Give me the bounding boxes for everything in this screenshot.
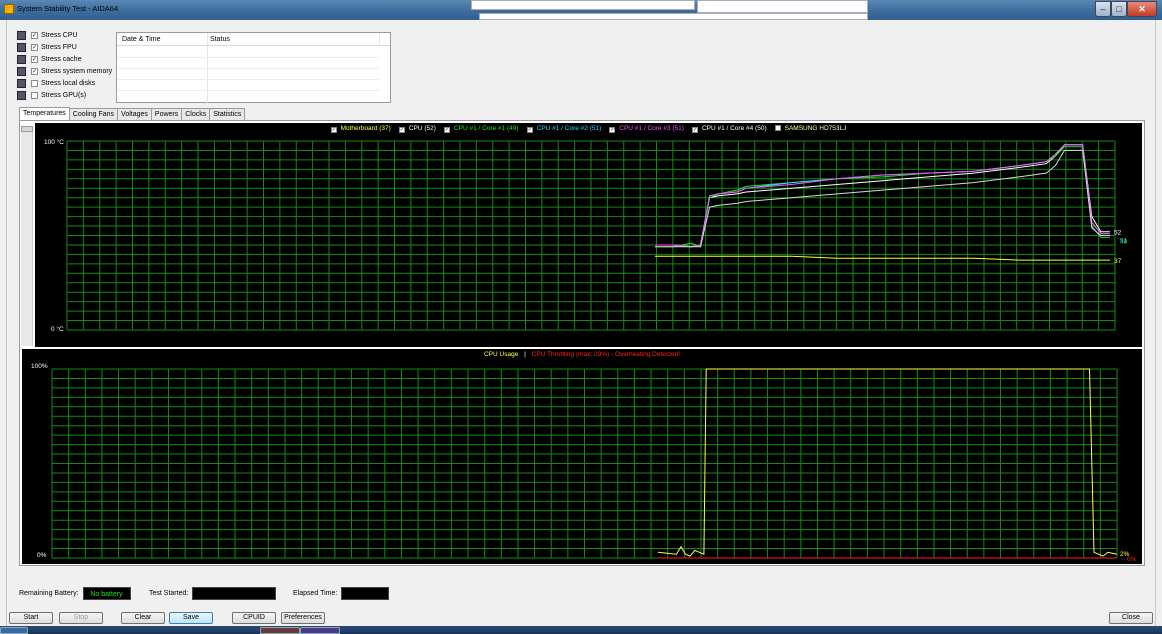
- chart-tabs: Temperatures Cooling Fans Voltages Powers Cl…: [19, 107, 246, 120]
- aida64-app-icon: [4, 4, 14, 14]
- maximize-button[interactable]: □: [1111, 1, 1127, 17]
- background-window: [697, 0, 868, 13]
- stress-checkbox[interactable]: ✓: [31, 44, 38, 51]
- end-label-core2: 51: [1120, 238, 1128, 245]
- test-started-label: Test Started:: [149, 590, 189, 597]
- tab-voltages[interactable]: Voltages: [117, 108, 152, 120]
- preferences-button[interactable]: Preferences: [281, 612, 325, 624]
- tab-powers[interactable]: Powers: [150, 108, 183, 120]
- stop-button[interactable]: Stop: [59, 612, 103, 624]
- test-started-value: [192, 587, 277, 600]
- stability-test-window: System Stability Test - AIDA64 – □ ✕ ✓ St…: [0, 0, 1162, 634]
- series-line-core4: [655, 149, 1110, 248]
- save-button[interactable]: Save: [169, 612, 213, 624]
- stress-option[interactable]: ✓ Stress cache: [17, 54, 81, 65]
- tab-cooling-fans[interactable]: Cooling Fans: [68, 108, 119, 120]
- fpu-icon: [17, 43, 26, 52]
- log-table: Date & Time Status: [116, 32, 391, 104]
- column-status[interactable]: Status: [210, 36, 230, 43]
- elapsed-time-value: [341, 587, 390, 600]
- stress-option-label: Stress system memory: [41, 68, 113, 75]
- stress-option[interactable]: Stress local disks: [17, 78, 95, 89]
- stress-option-label: Stress CPU: [41, 32, 78, 39]
- stress-option-label: Stress GPU(s): [41, 92, 87, 99]
- minimize-button[interactable]: –: [1095, 1, 1111, 17]
- temperature-plot: 37524951: [66, 140, 1128, 331]
- elapsed-time-label: Elapsed Time:: [293, 590, 338, 597]
- stress-checkbox[interactable]: ✓: [31, 68, 38, 75]
- tab-temperatures[interactable]: Temperatures: [19, 107, 70, 120]
- series-line-core1: [655, 146, 1110, 248]
- stress-option[interactable]: ✓ Stress system memory: [17, 66, 112, 77]
- stress-checkbox[interactable]: ✓: [31, 56, 38, 63]
- scrollbar-thumb[interactable]: [21, 126, 33, 132]
- close-button[interactable]: Close: [1109, 612, 1153, 624]
- log-row: [117, 68, 379, 69]
- taskbar-app[interactable]: [260, 627, 300, 634]
- memory-icon: [17, 67, 26, 76]
- log-row: [117, 90, 379, 91]
- log-row: [117, 79, 379, 80]
- client-area: ✓ Stress CPU ✓ Stress FPU ✓ Stress cache ✓ Stre…: [6, 20, 1156, 634]
- cpu-usage-chart: CPU Usage | CPU Throttling (max: 29%) - …: [22, 349, 1142, 564]
- stress-checkbox[interactable]: [31, 80, 38, 87]
- background-window: [471, 0, 695, 10]
- taskbar-app[interactable]: [300, 627, 340, 634]
- window-title: System Stability Test - AIDA64: [17, 4, 119, 13]
- end-label-throttle: 0%: [1127, 556, 1137, 563]
- taskbar: [0, 626, 1162, 634]
- gpu-icon: [17, 91, 26, 100]
- battery-value: No battery: [82, 587, 131, 600]
- column-divider: [379, 33, 380, 46]
- battery-label: Remaining Battery:: [19, 590, 79, 597]
- disk-icon: [17, 79, 26, 88]
- title-bar[interactable]: System Stability Test - AIDA64 – □ ✕: [0, 0, 1162, 20]
- stress-option[interactable]: Stress GPU(s): [17, 90, 86, 101]
- background-window: [479, 13, 868, 20]
- close-window-button[interactable]: ✕: [1127, 1, 1157, 17]
- chart-area: ✓ Motherboard (37) ✓ CPU (52) ✓ CPU #1 / Core…: [19, 120, 1145, 566]
- tab-statistics[interactable]: Statistics: [209, 108, 246, 120]
- series-line-motherboard: [655, 255, 1110, 261]
- test-started: Test Started:: [149, 587, 277, 600]
- stress-option-label: Stress FPU: [41, 44, 77, 51]
- temperature-chart: ✓ Motherboard (37) ✓ CPU (52) ✓ CPU #1 / Core…: [35, 123, 1142, 347]
- remaining-battery: Remaining Battery: No battery: [19, 587, 131, 600]
- history-scrollbar[interactable]: [21, 126, 33, 346]
- stress-option[interactable]: ✓ Stress FPU: [17, 42, 77, 53]
- stress-option[interactable]: ✓ Stress CPU: [17, 30, 78, 41]
- log-row: [117, 57, 379, 58]
- usage-plot: 2%0%: [51, 368, 1137, 563]
- cpu-icon: [17, 31, 26, 40]
- cache-icon: [17, 55, 26, 64]
- log-header: Date & Time Status: [117, 33, 390, 46]
- start-button[interactable]: Start: [9, 612, 53, 624]
- tab-clocks[interactable]: Clocks: [181, 108, 211, 120]
- elapsed-time: Elapsed Time:: [293, 587, 390, 600]
- stress-option-label: Stress local disks: [41, 80, 96, 87]
- cpuid-button[interactable]: CPUID: [232, 612, 276, 624]
- end-label-motherboard: 37: [1114, 258, 1122, 265]
- end-label-cpu: 52: [1114, 230, 1122, 237]
- column-date-time[interactable]: Date & Time: [122, 36, 161, 43]
- clear-button[interactable]: Clear: [121, 612, 165, 624]
- stress-checkbox[interactable]: ✓: [31, 32, 38, 39]
- start-orb[interactable]: [0, 627, 28, 634]
- stress-checkbox[interactable]: [31, 92, 38, 99]
- stress-option-label: Stress cache: [41, 56, 82, 63]
